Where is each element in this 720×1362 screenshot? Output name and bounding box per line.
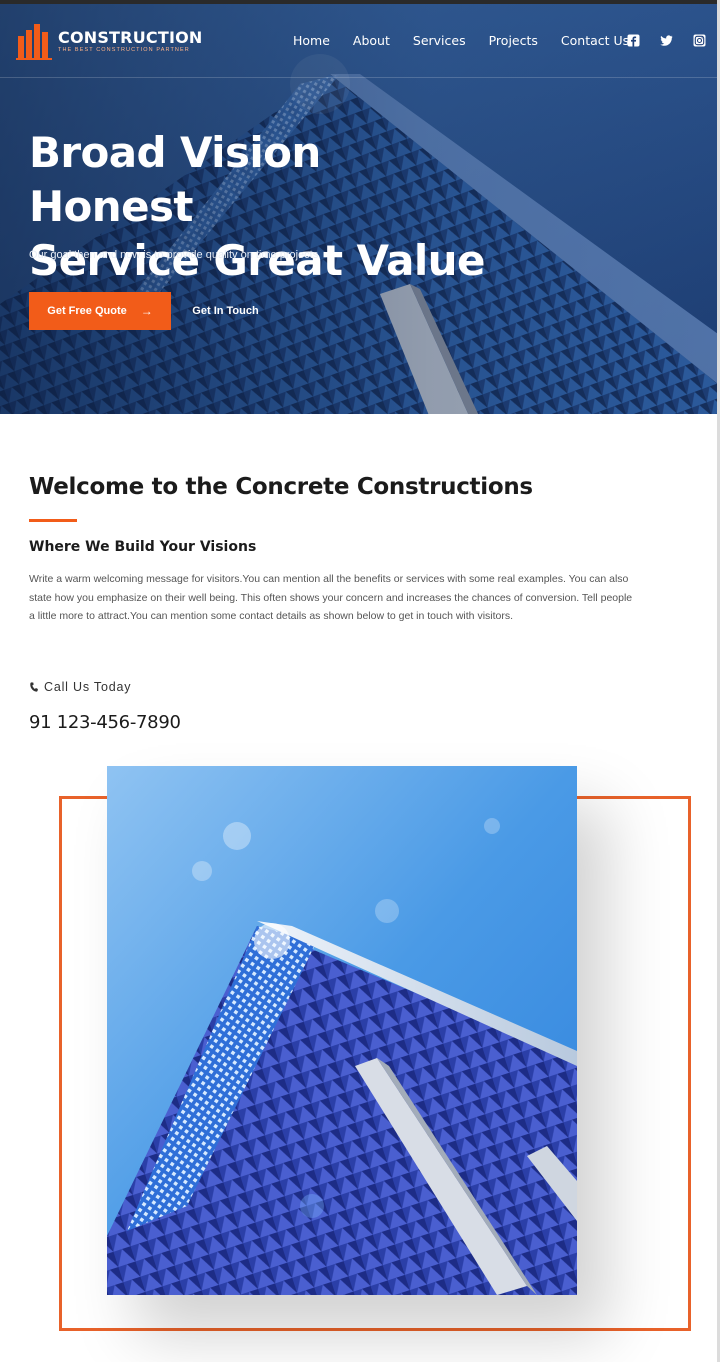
main-nav: Home About Services Projects Contact Us [293, 33, 652, 48]
twitter-icon[interactable] [660, 34, 673, 47]
facebook-icon[interactable] [627, 34, 640, 47]
nav-link-about[interactable]: About [353, 33, 390, 48]
building-photo [107, 766, 577, 1295]
brand-tagline: THE BEST CONSTRUCTION PARTNER [58, 47, 190, 53]
nav-link-services[interactable]: Services [413, 33, 466, 48]
phone-number-link[interactable]: 91 123-456-7890 [29, 712, 181, 733]
hero-title: Broad Vision Honest Service Great Value [29, 126, 489, 288]
nav-link-contact[interactable]: Contact Us [561, 33, 629, 48]
brand-name: CONSTRUCTION [58, 28, 203, 47]
building-logo-icon [16, 24, 52, 60]
get-in-touch-button[interactable]: Get In Touch [183, 292, 268, 330]
welcome-title: Welcome to the Concrete Constructions [29, 474, 533, 500]
title-accent-bar [29, 519, 77, 522]
phone-icon [30, 682, 38, 692]
brand-logo[interactable]: CONSTRUCTION THE BEST CONSTRUCTION PARTN… [16, 22, 206, 62]
welcome-message: Write a warm welcoming message for visit… [29, 573, 633, 622]
navbar: CONSTRUCTION THE BEST CONSTRUCTION PARTN… [0, 4, 718, 78]
feature-building-image [107, 766, 577, 1295]
hero-section: CONSTRUCTION THE BEST CONSTRUCTION PARTN… [0, 0, 718, 414]
arrow-right-icon: → [140, 304, 153, 318]
get-free-quote-button[interactable]: Get Free Quote → [29, 292, 171, 330]
nav-link-home[interactable]: Home [293, 33, 330, 48]
hero-title-line-2: Service Great Value [29, 236, 485, 285]
hero-subtitle: Our goal then and now is to provide qual… [29, 249, 319, 261]
nav-link-projects[interactable]: Projects [489, 33, 538, 48]
call-us-text: Call Us Today [44, 680, 132, 694]
instagram-icon[interactable] [693, 34, 706, 47]
hero-title-line-1: Broad Vision Honest [29, 128, 321, 231]
welcome-subtitle: Where We Build Your Visions [29, 539, 257, 555]
call-us-label: Call Us Today [29, 680, 131, 694]
get-free-quote-label: Get Free Quote [47, 305, 127, 317]
